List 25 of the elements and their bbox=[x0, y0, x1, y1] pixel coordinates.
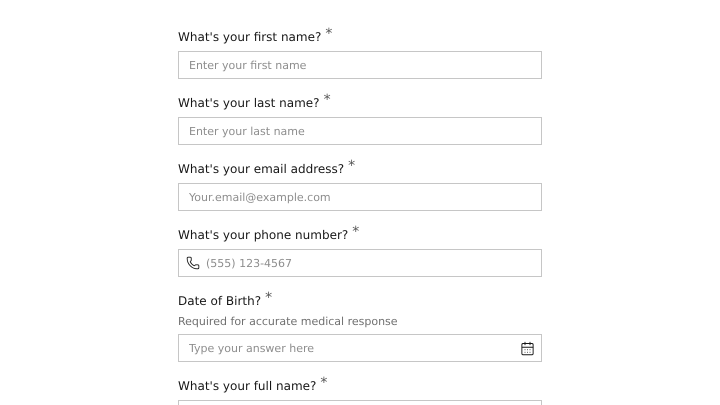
field-label: What's your phone number? bbox=[178, 227, 348, 244]
required-mark: * bbox=[325, 28, 332, 40]
input-field[interactable]: Your.email@example.com bbox=[178, 183, 542, 211]
required-mark: * bbox=[352, 226, 360, 238]
input-field[interactable]: (555) 123-4567 bbox=[178, 249, 542, 277]
required-mark: * bbox=[324, 94, 331, 106]
phone-icon bbox=[186, 256, 200, 270]
input-field[interactable]: Type your answer here bbox=[178, 334, 542, 362]
field-label: Date of Birth? bbox=[178, 293, 262, 310]
field-label: What's your first name? bbox=[178, 29, 322, 46]
input-field[interactable]: Enter your last name bbox=[178, 117, 542, 145]
input-field[interactable]: Enter your first name bbox=[178, 51, 542, 79]
required-mark: * bbox=[265, 292, 272, 304]
field-label: What's your full name? bbox=[178, 378, 316, 395]
text-input[interactable]: Enter your first name bbox=[189, 58, 531, 72]
field-label: What's your last name? bbox=[178, 95, 320, 112]
required-mark: * bbox=[348, 160, 356, 172]
calendar-icon[interactable] bbox=[520, 340, 535, 356]
field-label: What's your email address? bbox=[178, 161, 344, 178]
text-input[interactable]: Type your answer here bbox=[189, 342, 514, 354]
text-input[interactable]: (555) 123-4567 bbox=[206, 256, 531, 270]
required-mark: * bbox=[320, 377, 328, 389]
text-input[interactable]: Enter your last name bbox=[189, 124, 531, 138]
field-hint: Required for accurate medical response bbox=[178, 315, 399, 329]
text-input[interactable]: Your.email@example.com bbox=[189, 190, 531, 204]
